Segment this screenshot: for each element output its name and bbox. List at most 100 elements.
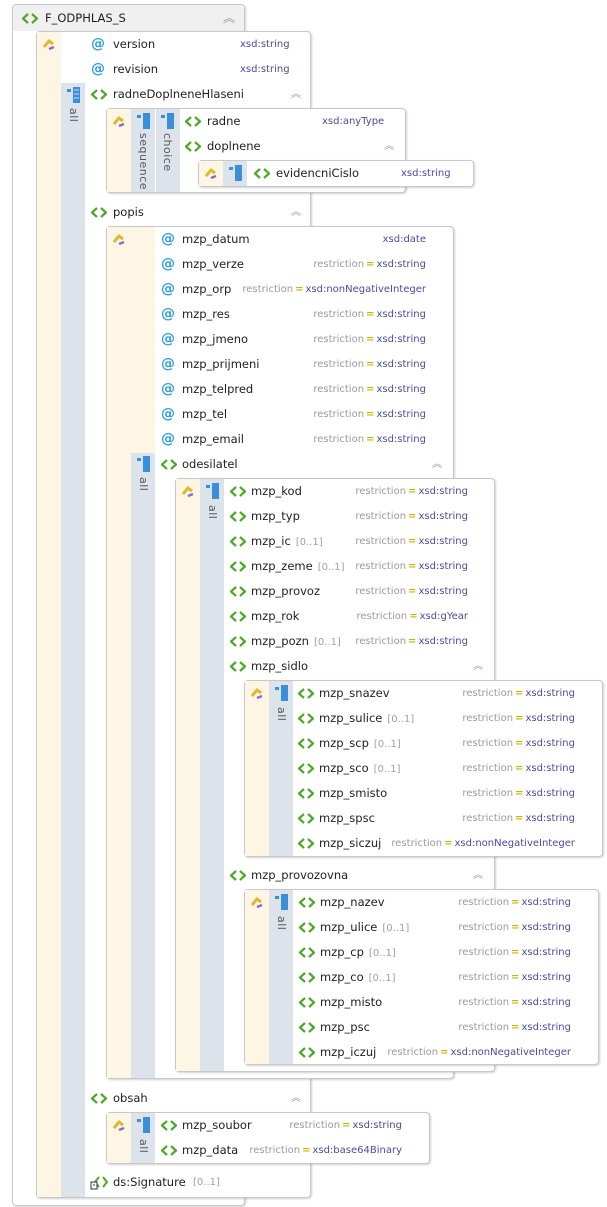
restriction-label: restriction [313, 384, 365, 395]
attribute-row[interactable]: @ mzp_orp restriction = xsd:nonNegativeInteg… [158, 277, 428, 302]
type-name: xsd:string [376, 409, 426, 420]
element-name: mzp_sidlo [251, 659, 309, 673]
element-row-mzp_sidlo[interactable]: mzp_sidlo ︽ [227, 654, 492, 679]
type-name: xsd:string [376, 259, 426, 270]
element-name: obsah [113, 1091, 148, 1105]
element-row-obsah[interactable]: obsah ︽ [88, 1086, 308, 1111]
attribute-row[interactable]: @ mzp_telpred restriction = xsd:string [158, 377, 428, 402]
element-name: mzp_rok [251, 609, 300, 623]
element-row[interactable]: mzp_scp [0..1] restriction = xsd:string [295, 731, 577, 756]
element-row-radne[interactable]: radne xsd:anyType [182, 109, 402, 134]
type-label: restriction = xsd:string [462, 681, 575, 706]
element-row[interactable]: mzp_provoz restriction = xsd:string [227, 579, 470, 604]
element-icon [299, 1022, 315, 1033]
restriction-label: restriction [458, 997, 510, 1008]
all-compositor-label: all [67, 108, 80, 123]
root-header[interactable]: F_ODPHLAS_S ︽ [13, 5, 244, 31]
element-row[interactable]: mzp_soubor restriction = xsd:string [158, 1113, 404, 1138]
attribute-row[interactable]: @ mzp_res restriction = xsd:string [158, 302, 428, 327]
type-name: xsd:string [376, 334, 426, 345]
element-row-mzp_provozovna[interactable]: mzp_provozovna ︽ [227, 863, 492, 888]
element-row-doplnene[interactable]: doplnene ︽ [182, 134, 402, 159]
collapse-icon[interactable]: ︽ [384, 134, 394, 159]
complex-type-icon [250, 687, 263, 700]
attribute-row-revision[interactable]: @ revision xsd:string [88, 57, 308, 82]
element-row[interactable]: mzp_misto restriction = xsd:string [296, 990, 573, 1015]
collapse-icon[interactable]: ︽ [291, 200, 301, 225]
cardinality: [0..1] [368, 973, 396, 984]
collapse-icon[interactable]: ︽ [291, 82, 301, 107]
element-row[interactable]: mzp_cp [0..1] restriction = xsd:string [296, 940, 573, 965]
attribute-row[interactable]: @ mzp_prijmeni restriction = xsd:string [158, 352, 428, 377]
type-label: restriction = xsd:string [289, 1113, 402, 1138]
element-icon [299, 1047, 315, 1058]
element-row[interactable]: mzp_iczuj restriction = xsd:nonNegativeInte… [296, 1040, 573, 1065]
element-icon [298, 788, 314, 799]
element-reference-icon [90, 1176, 108, 1190]
element-row[interactable]: mzp_typ restriction = xsd:string [227, 504, 470, 529]
attribute-row[interactable]: @ mzp_verze restriction = xsd:string [158, 252, 428, 277]
attribute-icon: @ [161, 331, 175, 347]
restriction-label: restriction [458, 1022, 510, 1033]
attribute-row[interactable]: @ mzp_tel restriction = xsd:string [158, 402, 428, 427]
type-name: xsd:string [521, 947, 571, 958]
element-row[interactable]: mzp_co [0..1] restriction = xsd:string [296, 965, 573, 990]
equals-sign: = [511, 1022, 520, 1033]
collapse-icon[interactable]: ︽ [473, 863, 483, 888]
restriction-label: restriction [458, 972, 510, 983]
type-name: xsd:string [525, 788, 575, 799]
equals-sign: = [440, 1047, 449, 1058]
element-row[interactable]: mzp_smisto restriction = xsd:string [295, 781, 577, 806]
element-row[interactable]: mzp_spsc restriction = xsd:string [295, 806, 577, 831]
type-label: restriction = xsd:string [313, 327, 426, 352]
element-row-radneDoplneneHlaseni[interactable]: radneDoplneneHlaseni ︽ [88, 82, 308, 107]
collapse-icon[interactable]: ︽ [291, 1086, 301, 1111]
restriction-label: restriction [313, 359, 365, 370]
type-name: xsd:string [521, 997, 571, 1008]
equals-sign: = [408, 511, 417, 522]
type-name: xsd:string [525, 763, 575, 774]
element-name: mzp_zeme [0..1] [251, 559, 345, 573]
equals-sign: = [408, 586, 417, 597]
cardinality: [0..1] [193, 1177, 220, 1188]
element-row[interactable]: mzp_ulice [0..1] restriction = xsd:string [296, 915, 573, 940]
type-label: restriction = xsd:nonNegativeInteger [391, 831, 575, 856]
element-row[interactable]: mzp_ic [0..1] restriction = xsd:string [227, 529, 470, 554]
attribute-type: xsd:string [240, 39, 290, 50]
attribute-row[interactable]: @ mzp_jmeno restriction = xsd:string [158, 327, 428, 352]
element-row[interactable]: mzp_zeme [0..1] restriction = xsd:string [227, 554, 470, 579]
element-row[interactable]: mzp_sulice [0..1] restriction = xsd:string [295, 706, 577, 731]
element-row[interactable]: mzp_kod restriction = xsd:string [227, 479, 470, 504]
element-name: mzp_sulice [0..1] [319, 711, 415, 725]
element-row[interactable]: mzp_snazev restriction = xsd:string [295, 681, 577, 706]
attribute-row[interactable]: @ mzp_email restriction = xsd:string [158, 427, 428, 452]
element-icon [299, 997, 315, 1008]
type-label: restriction = xsd:string [313, 302, 426, 327]
collapse-icon[interactable]: ︽ [432, 452, 442, 477]
element-name: mzp_misto [320, 995, 383, 1009]
element-row[interactable]: mzp_siczuj restriction = xsd:nonNegativeInt… [295, 831, 577, 856]
attribute-row[interactable]: @ mzp_datum xsd:date [158, 227, 428, 252]
element-row[interactable]: mzp_sco [0..1] restriction = xsd:string [295, 756, 577, 781]
all-compositor-label: all [275, 916, 288, 931]
element-row[interactable]: mzp_rok restriction = xsd:gYear [227, 604, 470, 629]
element-row-evidencniCislo[interactable]: evidencniCislo xsd:string [251, 161, 471, 186]
collapse-icon[interactable]: ︽ [473, 654, 483, 679]
element-icon [299, 922, 315, 933]
element-icon [161, 1120, 177, 1131]
equals-sign: = [511, 972, 520, 983]
element-row-odesilatel[interactable]: odesilatel ︽ [158, 452, 448, 477]
element-row[interactable]: mzp_data restriction = xsd:base64Binary [158, 1138, 404, 1163]
equals-sign: = [342, 1120, 351, 1131]
attribute-type: xsd:string [240, 64, 290, 75]
element-row-popis[interactable]: popis ︽ [88, 200, 308, 225]
element-row-signature[interactable]: ds:Signature [0..1] [88, 1170, 308, 1195]
collapse-icon[interactable]: ︽ [223, 5, 235, 31]
element-row[interactable]: mzp_psc restriction = xsd:string [296, 1015, 573, 1040]
element-icon [230, 536, 246, 547]
element-row[interactable]: mzp_nazev restriction = xsd:string [296, 890, 573, 915]
equals-sign: = [511, 922, 520, 933]
type-name: xsd:nonNegativeInteger [305, 284, 427, 295]
attribute-row-version[interactable]: @ version xsd:string [88, 32, 308, 57]
element-row[interactable]: mzp_pozn [0..1] restriction = xsd:string [227, 629, 470, 654]
